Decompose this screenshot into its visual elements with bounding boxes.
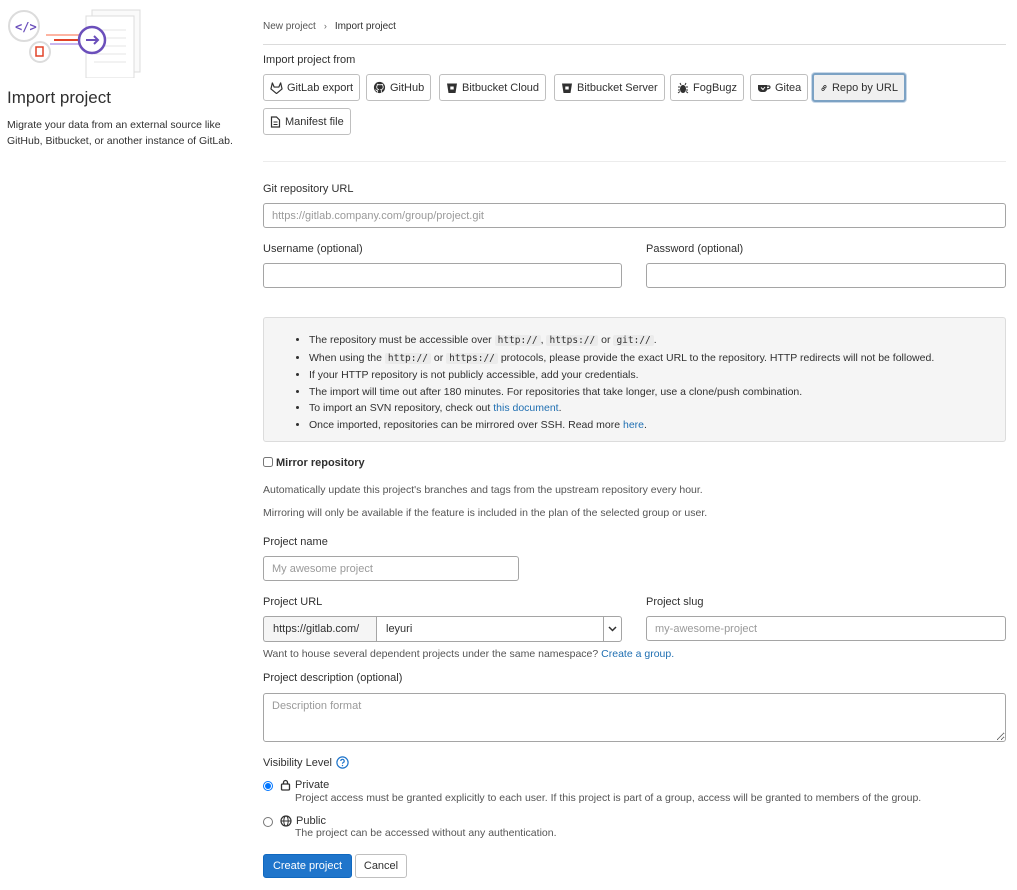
project-description-textarea[interactable] [263, 693, 1006, 742]
info-item-timeout: The import will time out after 180 minut… [309, 384, 1005, 401]
bitbucket-icon [562, 83, 572, 93]
import-bitbucket-server-button[interactable]: Bitbucket Server [554, 74, 665, 101]
manifest-file-label: Manifest file [285, 115, 344, 128]
project-name-input[interactable] [263, 556, 519, 581]
info-text: or [601, 334, 611, 346]
info-item-credentials: If your HTTP repository is not publicly … [309, 367, 1005, 384]
info-text: To import an SVN repository, check out [309, 402, 491, 414]
info-text: . [653, 334, 657, 346]
project-url-label: Project URL [263, 596, 323, 608]
info-item-mirror: Once imported, repositories can be mirro… [309, 417, 1005, 434]
gitlab-export-label: GitLab export [287, 81, 354, 94]
code-git: git:// [613, 335, 654, 346]
mirror-help-1: Automatically update this project's bran… [263, 484, 703, 496]
import-from-label: Import project from [263, 54, 356, 66]
info-box: The repository must be accessible over h… [263, 317, 1006, 442]
visibility-public-option: Public [280, 815, 326, 827]
github-label: GitHub [390, 81, 425, 94]
info-text: The repository must be accessible over [309, 334, 492, 346]
create-group-link[interactable]: Create a group. [601, 648, 674, 660]
breadcrumb: New project › Import project [263, 21, 396, 32]
git-url-label: Git repository URL [263, 183, 354, 195]
github-icon [373, 81, 386, 94]
bug-icon [677, 82, 689, 93]
visibility-level-heading: Visibility Level [263, 756, 349, 769]
bitbucket-cloud-label: Bitbucket Cloud [462, 81, 540, 94]
git-url-input[interactable] [263, 203, 1006, 228]
visibility-private-option: Private [280, 779, 329, 791]
repo-by-url-label: Repo by URL [831, 81, 898, 94]
mirror-repository-checkbox[interactable] [263, 457, 273, 467]
info-item-protocols: The repository must be accessible over h… [309, 332, 1005, 350]
import-repo-by-url-button[interactable]: Repo by URL [812, 73, 906, 102]
svn-document-link[interactable]: this document [493, 402, 558, 414]
visibility-level-label: Visibility Level [263, 756, 332, 769]
import-github-button[interactable]: GitHub [366, 74, 432, 101]
cancel-button[interactable]: Cancel [355, 854, 407, 878]
import-gitlab-export-button[interactable]: GitLab export [263, 74, 361, 101]
info-item-svn: To import an SVN repository, check out t… [309, 400, 1005, 417]
page-description: Migrate your data from an external sourc… [7, 119, 233, 147]
project-slug-label: Project slug [646, 596, 704, 608]
private-label: Private [295, 779, 330, 791]
create-project-button[interactable]: Create project [263, 854, 352, 878]
document-icon [270, 115, 281, 128]
breadcrumb-current: Import project [334, 21, 396, 32]
import-manifest-file-button[interactable]: Manifest file [263, 108, 351, 135]
bitbucket-icon [447, 83, 457, 93]
project-name-label: Project name [263, 536, 328, 548]
gitea-icon [758, 84, 771, 92]
public-help: The project can be accessed without any … [295, 827, 557, 839]
password-label: Password (optional) [646, 243, 744, 255]
mirror-repository-label: Mirror repository [276, 457, 365, 469]
import-bitbucket-cloud-button[interactable]: Bitbucket Cloud [439, 74, 547, 101]
question-circle-icon[interactable] [336, 756, 349, 769]
namespace-select[interactable]: leyuri [376, 616, 622, 642]
bitbucket-server-label: Bitbucket Server [577, 81, 658, 94]
import-illustration: </> [6, 6, 146, 79]
mirror-read-more-link[interactable]: here [623, 419, 644, 431]
project-slug-input[interactable] [646, 616, 1006, 641]
username-input[interactable] [263, 263, 622, 288]
info-text: . [558, 402, 562, 414]
project-description-label: Project description (optional) [263, 672, 403, 684]
link-icon [821, 84, 827, 91]
visibility-public-radio[interactable] [263, 817, 273, 827]
gitlab-icon [270, 81, 283, 94]
globe-icon [280, 815, 292, 827]
group-help: Want to house several dependent projects… [263, 648, 674, 660]
code-https: https:// [546, 335, 599, 346]
code-http: http:// [494, 335, 541, 346]
divider [263, 44, 1006, 45]
info-text: or [433, 351, 444, 364]
import-gitea-button[interactable]: Gitea [750, 74, 809, 101]
mirror-help-2: Mirroring will only be available if the … [263, 507, 708, 519]
lock-icon [280, 779, 291, 791]
gitea-label: Gitea [775, 81, 802, 94]
private-help: Project access must be granted explicitl… [295, 792, 922, 804]
public-label: Public [296, 815, 326, 827]
chevron-down-icon[interactable] [603, 617, 621, 641]
chevron-right-icon: › [323, 21, 327, 31]
info-text: Once imported, repositories can be mirro… [309, 418, 621, 431]
breadcrumb-new-project[interactable]: New project [263, 21, 316, 32]
info-text: When using the [309, 351, 382, 364]
page-title: Import project [7, 88, 111, 107]
code-http: http:// [384, 352, 431, 364]
visibility-private-radio[interactable] [263, 781, 273, 791]
project-url-prefix: https://gitlab.com/ [263, 616, 376, 642]
fogbugz-label: FogBugz [693, 81, 738, 94]
group-help-text: Want to house several dependent projects… [263, 648, 599, 660]
info-text: . [644, 418, 647, 431]
password-input[interactable] [646, 263, 1006, 288]
divider [263, 161, 1006, 162]
code-https: https:// [446, 352, 498, 364]
info-item-exact-url: When using the http:// or https:// proto… [309, 350, 1005, 368]
info-text: protocols, please provide the exact URL … [500, 351, 935, 364]
namespace-value: leyuri [386, 623, 413, 635]
svg-text:</>: </> [15, 20, 37, 34]
import-fogbugz-button[interactable]: FogBugz [670, 74, 745, 101]
info-text: , [540, 334, 544, 346]
username-label: Username (optional) [263, 243, 363, 255]
